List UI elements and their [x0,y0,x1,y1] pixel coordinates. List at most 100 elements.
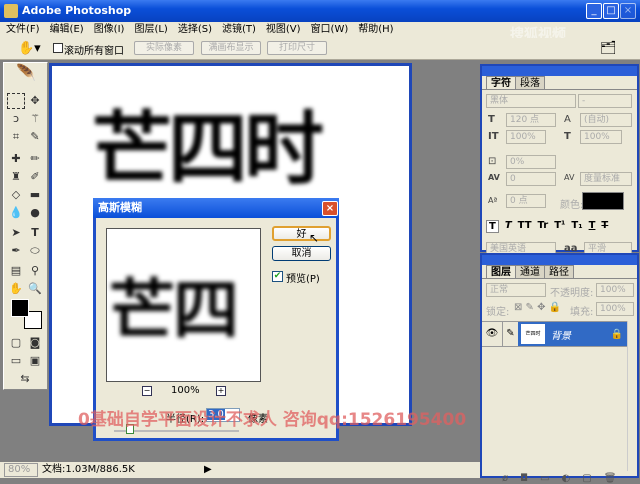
pen-tool-icon[interactable]: ✒ [7,243,25,259]
ok-button[interactable]: 好 [272,226,331,241]
notes-tool-icon[interactable]: ▤ [7,263,25,279]
menu-filter[interactable]: 滤镜(T) [222,22,256,38]
menu-view[interactable]: 视图(V) [266,22,301,38]
delete-layer-icon[interactable]: 🗑 [604,473,617,484]
zoom-out-button[interactable]: − [142,386,152,396]
screen-mode-icon[interactable]: ▭ [7,353,25,369]
full-screen-icon[interactable]: ▣ [26,353,44,369]
scroll-all-checkbox[interactable] [53,43,63,53]
tab-paragraph[interactable]: 段落 [515,76,545,89]
superscript-button[interactable]: T¹ [554,220,565,233]
standard-mode-icon[interactable]: ▢ [7,335,25,351]
status-menu-arrow-icon[interactable]: ▶ [204,462,212,478]
layer-row[interactable]: 👁 ✎ 芒四时 背景 🔒 [482,321,627,347]
menu-edit[interactable]: 编辑(E) [50,22,84,38]
hand-tool-icon[interactable]: ✋ [7,281,25,297]
blur-tool-icon[interactable]: 💧 [7,205,25,221]
quick-mask-icon[interactable]: ◙ [26,335,44,351]
fit-screen-button[interactable]: 满画布显示 [201,41,261,55]
move-tool-icon[interactable]: ✥ [26,93,44,109]
baseline-shift-input[interactable]: 0 点 [506,194,546,208]
layer-style-icon[interactable]: ø [502,473,508,484]
font-size-select[interactable]: 120 点 [506,113,556,127]
actual-pixels-button[interactable]: 实际像素 [134,41,194,55]
tab-paths[interactable]: 路径 [544,265,574,278]
tab-character[interactable]: 字符 [486,76,516,89]
tracking-select[interactable]: 度量标准 [580,172,632,186]
slice-tool-icon[interactable]: ✎ [26,129,44,145]
layers-scrollbar[interactable] [627,321,637,471]
lock-icons[interactable]: ⊠ ✎ ✥ 🔒 [514,302,561,313]
menu-image[interactable]: 图像(I) [94,22,125,38]
add-mask-icon[interactable]: ◘ [520,473,528,484]
foreground-color-swatch[interactable] [11,299,29,317]
preview-text: 芒四 [109,272,239,349]
faux-bold-button[interactable]: T [486,220,499,233]
kerning-icon: AV [488,173,500,182]
blend-mode-select[interactable]: 正常 [486,283,546,297]
menu-layer[interactable]: 图层(L) [134,22,167,38]
dialog-close-button[interactable]: × [322,201,338,216]
zoom-field[interactable]: 80% [4,463,38,477]
promo-watermark: 0基础自学平面设计不求人 咨询qq:1526195400 [78,410,467,430]
tab-channels[interactable]: 通道 [515,265,545,278]
imageready-icon[interactable]: ⇆ [16,371,34,387]
magic-wand-icon[interactable]: ⚚ [26,111,44,127]
font-style-select[interactable]: - [578,94,632,108]
underline-button[interactable]: T [589,220,596,233]
stamp-tool-icon[interactable]: ♜ [7,169,25,185]
close-button[interactable]: × [620,3,636,19]
subscript-button[interactable]: T₁ [571,220,582,233]
menu-window[interactable]: 窗口(W) [311,22,349,38]
history-brush-icon[interactable]: ✐ [26,169,44,185]
eraser-tool-icon[interactable]: ◇ [7,187,25,203]
zoom-tool-icon[interactable]: 🔍 [26,281,44,297]
minimize-button[interactable]: _ [586,3,602,19]
kerning-select[interactable]: 0 [506,172,556,186]
tsume-icon: ⊡ [488,156,497,167]
layers-footer: ø ◘ ▭ ◐ ▢ 🗑 [502,473,616,484]
leading-select[interactable]: (自动) [580,113,632,127]
maximize-button[interactable]: □ [603,3,619,19]
strikethrough-button[interactable]: T [601,220,608,233]
menu-select[interactable]: 选择(S) [178,22,212,38]
eyedropper-icon[interactable]: ⚲ [26,263,44,279]
menu-file[interactable]: 文件(F) [6,22,40,38]
baseline-shift-icon: Aª [488,196,498,205]
opacity-input[interactable]: 100% [596,283,634,297]
print-size-button[interactable]: 打印尺寸 [267,41,327,55]
blur-preview[interactable]: 芒四 [106,228,261,382]
shape-tool-icon[interactable]: ⬭ [26,243,44,259]
brush-tool-icon[interactable]: ✏ [26,151,44,167]
zoom-in-button[interactable]: + [216,386,226,396]
new-group-icon[interactable]: ▭ [540,473,549,484]
file-browser-icon[interactable]: 🗂 [600,41,617,56]
preview-checkbox[interactable]: ✔ [272,271,283,282]
horizontal-scale-input[interactable]: 100% [580,130,622,144]
healing-brush-icon[interactable]: ✚ [7,151,25,167]
lasso-tool-icon[interactable]: ↄ [7,111,25,127]
hand-tool-icon[interactable]: ✋▾ [18,41,41,56]
new-layer-icon[interactable]: ▢ [582,473,591,484]
vertical-scale-input[interactable]: 100% [506,130,546,144]
all-caps-button[interactable]: TT [518,220,532,233]
marquee-tool-icon[interactable] [7,93,25,109]
faux-italic-button[interactable]: T [505,220,512,233]
type-tool-icon[interactable]: T [26,225,44,241]
tsume-select[interactable]: 0% [506,155,556,169]
dodge-tool-icon[interactable]: ● [26,205,44,221]
gradient-tool-icon[interactable]: ▬ [26,187,44,203]
toolbox: 🪶 ✥ ↄ ⚚ ⌗ ✎ ✚ ✏ ♜ ✐ ◇ ▬ 💧 ● ➤ T ✒ ⬭ ▤ ⚲ … [3,62,48,390]
menu-help[interactable]: 帮助(H) [358,22,393,38]
adjustment-layer-icon[interactable]: ◐ [562,473,571,484]
text-color-swatch[interactable] [582,192,624,210]
path-select-icon[interactable]: ➤ [7,225,25,241]
visibility-eye-icon[interactable]: 👁 [482,322,502,346]
cancel-button[interactable]: 取消 [272,246,331,261]
fill-label: 填充: [570,307,594,318]
font-family-select[interactable]: 黑体 [486,94,576,108]
small-caps-button[interactable]: Tr [538,220,549,233]
tab-layers[interactable]: 图层 [486,265,516,278]
crop-tool-icon[interactable]: ⌗ [7,129,25,145]
fill-input[interactable]: 100% [596,302,634,316]
